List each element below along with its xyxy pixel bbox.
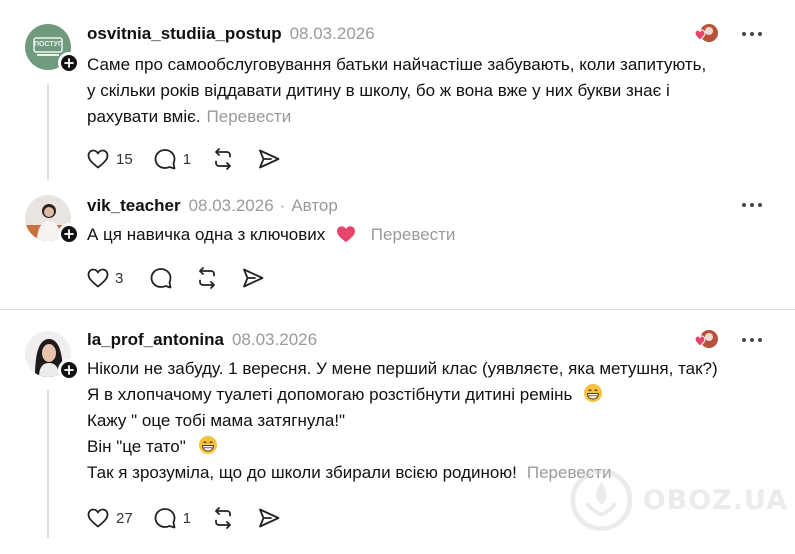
username[interactable]: vik_teacher — [87, 196, 181, 216]
watermark: OBOZ.UA — [568, 460, 788, 540]
more-options-icon[interactable] — [740, 22, 764, 46]
comment-header: vik_teacher 08.03.2026 · Автор — [87, 194, 338, 218]
pink-heart-emoji-icon — [337, 226, 356, 243]
translate-link[interactable]: Перевести — [207, 107, 292, 126]
thread-line — [47, 390, 49, 538]
comment-icon — [154, 149, 176, 170]
liked-by-author-heart-icon — [694, 24, 718, 42]
grinning-face-emoji-icon — [584, 384, 603, 402]
action-bar: 3 — [86, 265, 287, 291]
follow-plus-icon[interactable] — [58, 359, 80, 381]
text-line: Ніколи не забуду. 1 вересня. У мене перш… — [87, 359, 718, 378]
reply-button[interactable]: 1 — [153, 146, 191, 172]
send-icon — [243, 268, 264, 288]
avatar[interactable] — [25, 195, 80, 245]
avatar[interactable] — [25, 331, 80, 381]
reply-count: 1 — [182, 150, 192, 168]
avatar-logo-text: ПОСТУП — [34, 41, 64, 48]
send-icon — [259, 149, 280, 169]
username[interactable]: osvitnia_studiia_postup — [87, 24, 282, 44]
liked-by-author-heart-icon — [694, 330, 718, 348]
like-count: 27 — [116, 509, 133, 527]
repost-button[interactable] — [211, 505, 235, 531]
text-line: у скільки років віддавати дитину в школу… — [87, 81, 670, 100]
comment-2: vik_teacher 08.03.2026 · Автор А ця нави… — [0, 190, 795, 308]
author-badge: Автор — [291, 196, 338, 215]
comment-header: la_prof_antonina 08.03.2026 — [87, 328, 317, 352]
date: 08.03.2026 — [231, 330, 318, 349]
like-count: 3 — [115, 269, 124, 287]
heart-icon — [87, 508, 109, 528]
translate-link[interactable]: Перевести — [371, 225, 456, 244]
date: 08.03.2026 — [289, 24, 375, 43]
separator-dot: · — [279, 196, 286, 215]
avatar[interactable]: ПОСТУП — [25, 24, 80, 74]
text-line: Я в хлопчачому туалеті допомогаю розстіб… — [87, 385, 573, 404]
more-options-icon[interactable] — [740, 193, 764, 217]
comment-text: А ця навичка одна з ключових Перевести — [87, 222, 455, 248]
date: 08.03.2026 — [188, 196, 274, 215]
thread-line — [47, 84, 49, 180]
more-options-icon[interactable] — [740, 328, 764, 352]
repost-icon — [215, 507, 231, 529]
comment-icon — [154, 508, 176, 529]
share-button[interactable] — [257, 505, 281, 531]
comment-icon — [150, 268, 172, 289]
text-line: Саме про самообслуговування батьки найча… — [87, 55, 707, 74]
like-button[interactable]: 27 — [86, 505, 133, 531]
reply-button[interactable] — [149, 265, 173, 291]
reply-count: 1 — [182, 509, 192, 527]
repost-button[interactable] — [211, 146, 235, 172]
text-line: рахувати вміє. — [87, 107, 201, 126]
text-line: Так я зрозуміла, що до школи збирали всі… — [87, 463, 517, 482]
repost-icon — [215, 148, 231, 170]
repost-icon — [199, 267, 216, 289]
reply-button[interactable]: 1 — [153, 505, 191, 531]
share-button[interactable] — [257, 146, 281, 172]
heart-icon — [87, 149, 109, 169]
comment-header: osvitnia_studiia_postup 08.03.2026 — [87, 22, 375, 46]
comment-1: ПОСТУП osvitnia_studiia_postup 08.03.202… — [0, 0, 795, 190]
text-line: Він "це тато" — [87, 437, 186, 456]
watermark-logo-icon — [570, 469, 633, 531]
like-count: 15 — [116, 150, 133, 168]
grinning-face-emoji-icon — [199, 436, 218, 454]
follow-plus-icon[interactable] — [58, 223, 80, 245]
watermark-text: OBOZ.UA — [642, 484, 788, 516]
like-button[interactable]: 3 — [86, 265, 123, 291]
share-button[interactable] — [241, 265, 265, 291]
action-bar: 15 1 — [86, 146, 303, 172]
send-icon — [259, 508, 280, 528]
username[interactable]: la_prof_antonina — [87, 330, 224, 350]
heart-icon — [87, 268, 109, 288]
like-button[interactable]: 15 — [86, 146, 133, 172]
text-line: А ця навичка одна з ключових — [87, 225, 326, 244]
follow-plus-icon[interactable] — [58, 52, 80, 74]
action-bar: 27 1 — [86, 505, 303, 531]
comment-text: Саме про самообслуговування батьки найча… — [87, 52, 706, 130]
repost-button[interactable] — [195, 265, 219, 291]
text-line: Кажу " оце тобі мама затягнула!" — [87, 411, 346, 430]
